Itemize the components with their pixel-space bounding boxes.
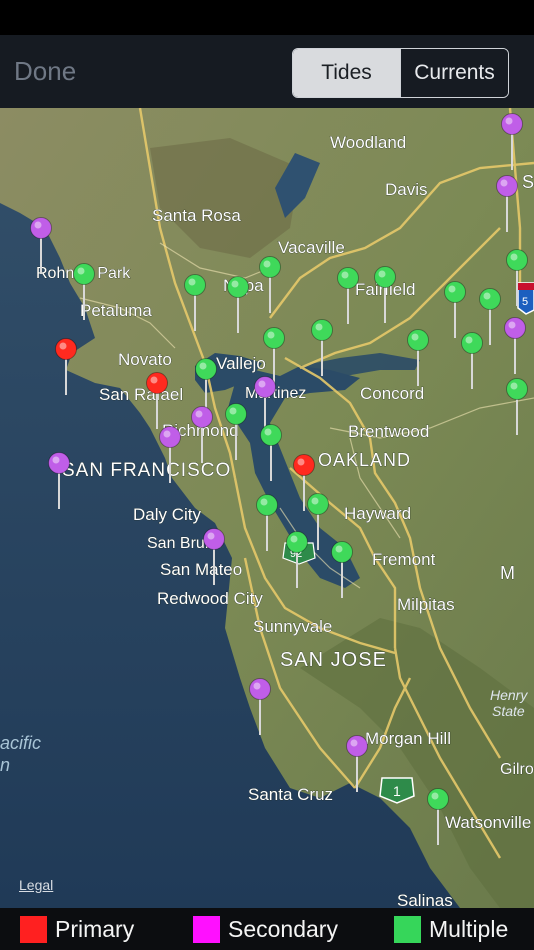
label-woodland: Woodland	[330, 133, 406, 152]
label-redwood-city: Redwood City	[157, 589, 263, 608]
legend-secondary-swatch	[193, 916, 220, 943]
label-ocean-fragment: n	[0, 755, 10, 775]
label-san-rafael: San Rafael	[99, 385, 183, 404]
legend-bar: Primary Secondary Multiple	[0, 908, 534, 950]
label-daly-city: Daly City	[133, 505, 202, 524]
legend-primary-swatch	[20, 916, 47, 943]
legend-multiple-label: Multiple	[429, 916, 509, 942]
legend-primary: Primary	[20, 916, 134, 943]
label-davis: Davis	[385, 180, 428, 199]
highway-shield-5: 5	[517, 282, 534, 315]
label-brentwood: Brentwood	[348, 422, 429, 441]
label-oakland: OAKLAND	[318, 450, 411, 470]
label-santa-cruz: Santa Cruz	[248, 785, 333, 804]
label-salinas: Salinas	[397, 891, 453, 908]
label-s-edge: S	[522, 172, 534, 192]
label-concord: Concord	[360, 384, 424, 403]
label-sunnyvale: Sunnyvale	[253, 617, 332, 636]
label-vallejo: Vallejo	[216, 354, 266, 373]
legend-multiple-swatch	[394, 916, 421, 943]
label-pacific: acific	[0, 733, 41, 753]
label-hayward: Hayward	[344, 504, 411, 523]
label-state: State	[492, 703, 525, 719]
label-san-mateo: San Mateo	[160, 560, 242, 579]
label-santa-rosa: Santa Rosa	[152, 206, 241, 225]
legend-secondary: Secondary	[193, 916, 338, 943]
label-gilroy: Gilro	[500, 761, 534, 778]
label-henry: Henry	[490, 687, 528, 703]
tab-currents[interactable]: Currents	[400, 49, 508, 97]
label-san-francisco: SAN FRANCISCO	[62, 460, 231, 481]
label-fremont: Fremont	[372, 550, 436, 569]
tides-currents-segmented-control: Tides Currents	[292, 48, 509, 98]
label-vacaville: Vacaville	[278, 238, 345, 257]
legal-link[interactable]: Legal	[19, 877, 53, 893]
label-watsonville: Watsonville	[445, 813, 531, 832]
legend-multiple: Multiple	[394, 916, 508, 943]
map-canvas: Woodland Davis Santa Rosa Vacaville Rohn…	[0, 108, 534, 908]
svg-text:5: 5	[522, 296, 528, 308]
satellite-map[interactable]: Woodland Davis Santa Rosa Vacaville Rohn…	[0, 108, 534, 908]
label-morgan-hill: Morgan Hill	[365, 729, 451, 748]
label-petaluma: Petaluma	[80, 301, 152, 320]
nav-bar: Done Tides Currents	[0, 35, 534, 109]
label-m-edge: M	[500, 563, 515, 583]
tab-tides[interactable]: Tides	[293, 49, 400, 97]
svg-text:1: 1	[393, 783, 401, 799]
legend-primary-label: Primary	[55, 916, 135, 942]
label-milpitas: Milpitas	[397, 595, 455, 614]
legend-secondary-label: Secondary	[228, 916, 338, 942]
status-bar	[0, 0, 534, 35]
label-san-jose: SAN JOSE	[280, 649, 387, 671]
label-novato: Novato	[118, 350, 172, 369]
done-button[interactable]: Done	[14, 56, 76, 87]
